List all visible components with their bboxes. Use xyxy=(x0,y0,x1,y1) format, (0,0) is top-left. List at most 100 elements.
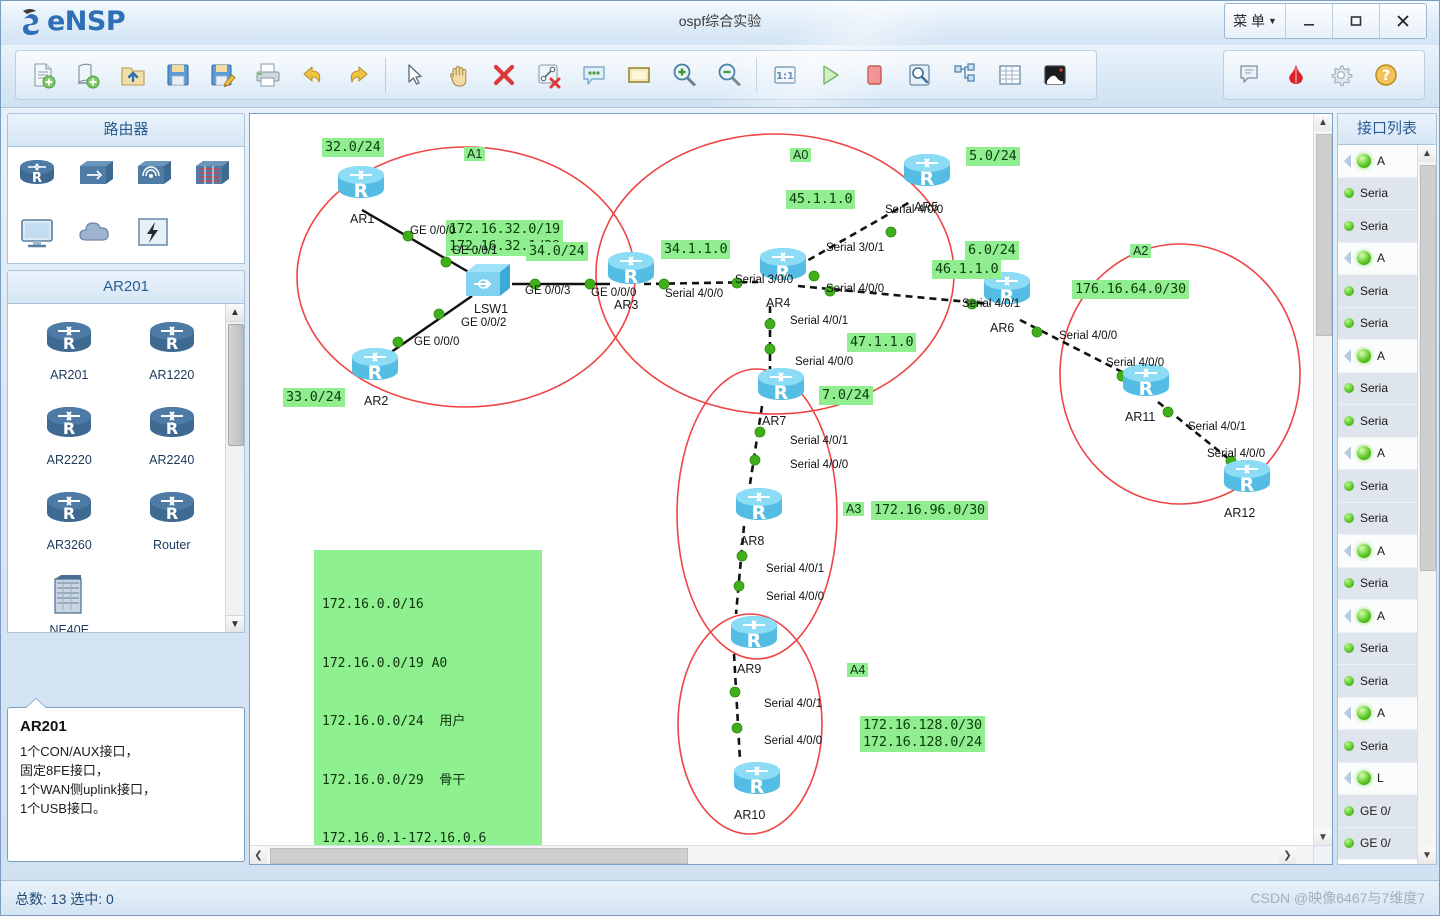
delete-icon[interactable] xyxy=(481,54,526,96)
interface-row[interactable]: Seria xyxy=(1338,665,1418,698)
topology-node-ar9[interactable]: R xyxy=(725,610,783,658)
new-device-icon[interactable] xyxy=(65,54,110,96)
interface-device-row[interactable]: A xyxy=(1338,535,1418,568)
topology-node-ar12[interactable]: R xyxy=(1218,454,1276,502)
interface-row[interactable]: Seria xyxy=(1338,177,1418,210)
canvas-v-thumb[interactable] xyxy=(1316,134,1332,336)
iface-scroll-down[interactable]: ▼ xyxy=(1418,847,1436,864)
firewall-icon[interactable] xyxy=(190,153,236,199)
feedback-icon[interactable] xyxy=(1228,54,1273,96)
redo-icon[interactable] xyxy=(335,54,380,96)
zoom-reset-icon[interactable]: 1:1 xyxy=(762,54,807,96)
model-list-scrollbar[interactable]: ▲ ▼ xyxy=(225,304,244,632)
canvas-scroll-right[interactable]: ❯ xyxy=(1279,846,1296,864)
grid-icon[interactable] xyxy=(987,54,1032,96)
topology-node-ar7[interactable]: R xyxy=(752,362,810,410)
interface-row[interactable]: Seria xyxy=(1338,567,1418,600)
canvas-scroll-left[interactable]: ❮ xyxy=(250,846,267,864)
print-icon[interactable] xyxy=(245,54,290,96)
remove-link-icon[interactable] xyxy=(526,54,571,96)
wireless-ap-icon[interactable] xyxy=(132,153,178,199)
expander-triangle-icon[interactable] xyxy=(1344,771,1351,786)
interface-row[interactable]: GE 0/ xyxy=(1338,795,1418,828)
topology-canvas[interactable]: R AR1 R AR2 LSW1 R AR3 R AR4 R AR5 R AR6… xyxy=(250,114,1314,846)
packet-capture-icon[interactable] xyxy=(897,54,942,96)
save-as-icon[interactable] xyxy=(200,54,245,96)
router-icon[interactable]: R xyxy=(16,153,62,199)
scroll-down-arrow[interactable]: ▼ xyxy=(226,615,244,632)
expander-triangle-icon[interactable] xyxy=(1344,446,1351,461)
close-button[interactable] xyxy=(1379,4,1426,38)
interface-device-row[interactable]: A xyxy=(1338,600,1418,633)
interface-row[interactable]: Seria xyxy=(1338,372,1418,405)
topology-node-ar1[interactable]: R xyxy=(332,160,390,208)
model-item-ar3260[interactable]: R AR3260 xyxy=(18,484,121,569)
zoom-in-icon[interactable] xyxy=(661,54,706,96)
iface-scroll-thumb[interactable] xyxy=(1420,165,1436,571)
interface-device-row[interactable]: A xyxy=(1338,242,1418,275)
interface-device-row[interactable]: A xyxy=(1338,437,1418,470)
interface-row[interactable]: Seria xyxy=(1338,470,1418,503)
topology-node-lsw1[interactable] xyxy=(460,254,518,302)
undo-icon[interactable] xyxy=(290,54,335,96)
comment-icon[interactable] xyxy=(571,54,616,96)
settings-gear-icon[interactable] xyxy=(1318,54,1363,96)
canvas-scroll-up[interactable]: ▲ xyxy=(1314,114,1332,131)
screenshot-icon[interactable] xyxy=(1032,54,1077,96)
select-pointer-icon[interactable] xyxy=(391,54,436,96)
expander-triangle-icon[interactable] xyxy=(1344,251,1351,266)
stop-all-icon[interactable] xyxy=(852,54,897,96)
switch-icon[interactable] xyxy=(74,153,120,199)
minimize-button[interactable] xyxy=(1285,4,1332,38)
topology-node-ar10[interactable]: R xyxy=(728,756,786,804)
topology-node-ar8[interactable]: R xyxy=(730,482,788,530)
shape-rect-icon[interactable] xyxy=(616,54,661,96)
interface-device-row[interactable]: A xyxy=(1338,697,1418,730)
topology-tree-icon[interactable] xyxy=(942,54,987,96)
expander-triangle-icon[interactable] xyxy=(1344,608,1351,623)
canvas-h-thumb[interactable] xyxy=(270,848,688,864)
interface-device-row[interactable]: A xyxy=(1338,145,1418,178)
canvas-horizontal-scrollbar[interactable]: ❮ ❯ xyxy=(250,845,1314,864)
interface-row[interactable]: Seria xyxy=(1338,502,1418,535)
interface-row[interactable]: Seria xyxy=(1338,632,1418,665)
scroll-up-arrow[interactable]: ▲ xyxy=(226,304,244,322)
canvas-vertical-scrollbar[interactable]: ▲ ▼ xyxy=(1313,114,1332,846)
expander-triangle-icon[interactable] xyxy=(1344,543,1351,558)
model-item-ar1220[interactable]: R AR1220 xyxy=(121,314,224,399)
interface-row[interactable]: Seria xyxy=(1338,405,1418,438)
interface-row[interactable]: GE 0/ xyxy=(1338,827,1418,860)
expander-triangle-icon[interactable] xyxy=(1344,348,1351,363)
model-item-ar2220[interactable]: R AR2220 xyxy=(18,399,121,484)
new-topology-icon[interactable] xyxy=(20,54,65,96)
pc-icon[interactable] xyxy=(16,211,62,257)
interface-row[interactable]: Seria xyxy=(1338,730,1418,763)
help-icon[interactable]: ? xyxy=(1363,54,1408,96)
save-icon[interactable] xyxy=(155,54,200,96)
interface-row[interactable]: Seria xyxy=(1338,210,1418,243)
start-all-icon[interactable] xyxy=(807,54,852,96)
zoom-out-icon[interactable] xyxy=(706,54,751,96)
topology-node-ar2[interactable]: R xyxy=(346,342,404,390)
canvas-scroll-down[interactable]: ▼ xyxy=(1314,829,1332,846)
model-item-ar2240[interactable]: R AR2240 xyxy=(121,399,224,484)
interface-row[interactable]: Seria xyxy=(1338,275,1418,308)
expander-triangle-icon[interactable] xyxy=(1344,153,1351,168)
model-item-ne40e[interactable]: NE40E xyxy=(18,569,121,632)
interface-device-row[interactable]: L xyxy=(1338,762,1418,795)
menu-button[interactable]: 菜 单 ▼ xyxy=(1225,4,1285,38)
interface-row[interactable]: Seria xyxy=(1338,307,1418,340)
cloud-icon[interactable] xyxy=(74,211,120,257)
interface-device-row[interactable]: A xyxy=(1338,340,1418,373)
scroll-thumb[interactable] xyxy=(228,324,244,446)
iface-scroll-up[interactable]: ▲ xyxy=(1418,145,1436,162)
frame-relay-icon[interactable] xyxy=(132,211,178,257)
maximize-button[interactable] xyxy=(1332,4,1379,38)
topology-node-ar5[interactable]: R xyxy=(898,148,956,196)
hand-pan-icon[interactable] xyxy=(436,54,481,96)
open-icon[interactable] xyxy=(110,54,155,96)
model-item-router[interactable]: R Router xyxy=(121,484,224,569)
model-item-ar201[interactable]: R AR201 xyxy=(18,314,121,399)
interface-list-scrollbar[interactable]: ▲ ▼ xyxy=(1417,145,1436,864)
expander-triangle-icon[interactable] xyxy=(1344,706,1351,721)
